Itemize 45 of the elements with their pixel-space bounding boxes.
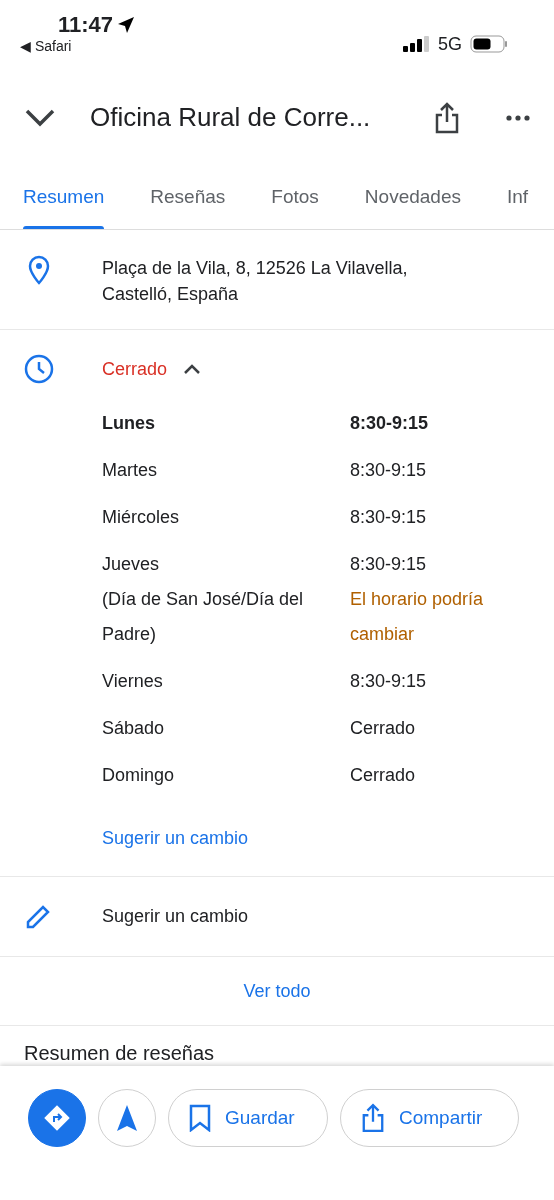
day-name: Domingo [102, 764, 176, 787]
clock-time: 11:47 [58, 14, 114, 36]
tab[interactable]: Reseñas [150, 165, 226, 229]
navigation-arrow-icon [116, 1104, 138, 1132]
opening-hours: 8:30-9:15 [350, 459, 427, 482]
day-name: Jueves [102, 553, 161, 576]
suggest-change-item[interactable]: Sugerir un cambio [102, 903, 249, 930]
battery-icon [470, 35, 508, 53]
more-options-icon[interactable] [506, 114, 530, 121]
network-label: 5G [438, 32, 462, 56]
day-name: Viernes [102, 670, 164, 693]
share-button[interactable]: Compartir [340, 1089, 519, 1147]
day-name: Lunes [102, 412, 156, 435]
signal-icon [403, 36, 430, 52]
collapse-chevron-icon[interactable] [24, 107, 56, 128]
location-pin-icon [28, 255, 50, 285]
save-button[interactable]: Guardar [168, 1089, 328, 1147]
tab[interactable]: Inf [507, 165, 529, 229]
share-icon[interactable] [434, 101, 460, 134]
day-name: Sábado [102, 717, 166, 740]
tab[interactable]: Novedades [364, 165, 461, 229]
share-icon [361, 1103, 385, 1133]
section-heading: Resumen de reseñas [23, 1041, 216, 1066]
tab[interactable]: Fotos [271, 165, 319, 229]
open-status: Cerrado [102, 357, 168, 381]
opening-hours: Cerrado [350, 717, 416, 740]
opening-hours: 8:30-9:15 [350, 670, 427, 693]
opening-hours: 8:30-9:15 [350, 506, 427, 529]
opening-hours: Cerrado [350, 764, 416, 787]
holiday-note: (Día de San José/Día del Padre) [102, 588, 305, 646]
address-text: Plaça de la Vila, 8, 12526 La Vilavella, Castelló, España [102, 257, 409, 306]
day-name: Miércoles [102, 506, 181, 529]
clock-icon [24, 354, 54, 384]
tab[interactable]: Resumen [23, 165, 105, 229]
see-all-link[interactable]: Ver todo [243, 977, 311, 1005]
location-arrow-icon [117, 16, 136, 34]
day-name: Martes [102, 459, 158, 482]
opening-hours: 8:30-9:15 [350, 412, 429, 435]
bookmark-icon [189, 1104, 211, 1132]
back-to-app-link[interactable]: ◀ Safari [20, 36, 136, 57]
place-title: Oficina Rural de Corre... [90, 101, 372, 134]
suggest-change-link[interactable]: Sugerir un cambio [102, 828, 249, 848]
chevron-icon[interactable] [183, 363, 202, 375]
hours-warning: El horario podría cambiar [350, 588, 485, 646]
opening-hours: 8:30-9:15 [350, 553, 428, 576]
